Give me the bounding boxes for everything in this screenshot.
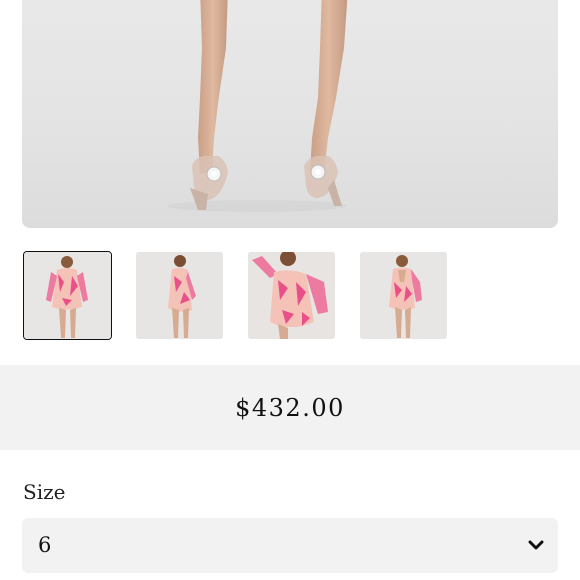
size-selected-value: 6 (38, 533, 52, 557)
main-product-image[interactable] (22, 0, 558, 228)
size-dropdown[interactable]: 6 (22, 518, 558, 573)
thumbnail-3[interactable] (248, 252, 335, 339)
thumbnail-strip (23, 251, 543, 341)
model-legs-illustration (167, 0, 348, 212)
dress-front-thumbnail (24, 252, 111, 339)
thumbnail-2[interactable] (136, 252, 223, 339)
thumbnail-1[interactable] (23, 251, 112, 340)
thumbnail-4[interactable] (360, 252, 447, 339)
chevron-down-icon (528, 540, 544, 550)
size-label: Size (23, 480, 66, 504)
dress-back-thumbnail (360, 252, 447, 339)
product-page: $432.00 Size 6 (0, 0, 580, 580)
product-price: $432.00 (235, 393, 345, 422)
dress-side-thumbnail (136, 252, 223, 339)
dress-pose-thumbnail (248, 252, 335, 339)
price-band: $432.00 (0, 365, 580, 450)
